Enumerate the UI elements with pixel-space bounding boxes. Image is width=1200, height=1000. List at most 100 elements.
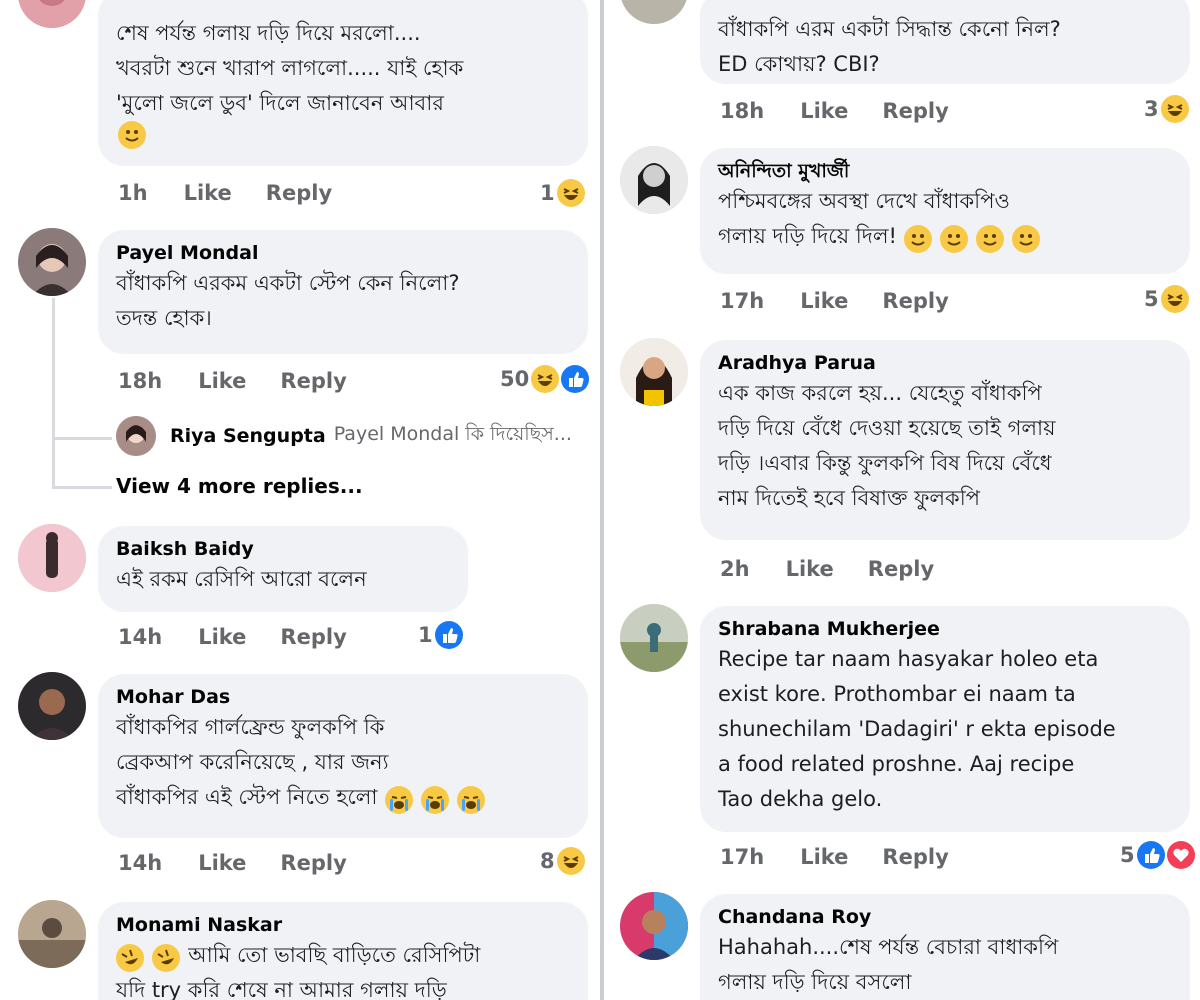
comment-bubble: Shrabana Mukherjee Recipe tar naam hasya… [700, 606, 1190, 832]
comment-bubble: Baiksh Baidy এই রকম রেসিপি আরো বলেন [98, 526, 468, 612]
emoji-group [118, 121, 149, 149]
reaction-count: 50 [500, 367, 530, 391]
avatar[interactable] [620, 338, 688, 406]
comment-time[interactable]: 17h [720, 289, 764, 313]
view-more-replies-link[interactable]: View 4 more replies... [116, 474, 363, 498]
comment-text: এই রকম রেসিপি আরো বলেন [116, 567, 367, 591]
reply-snippet: Payel Mondal কি দিয়েছিস... [333, 423, 572, 445]
haha-reaction-icon [1160, 285, 1189, 313]
reaction-count: 1 [540, 181, 555, 205]
reply-button[interactable]: Reply [868, 557, 934, 581]
comment-text: বাঁধাকপি এরম একটা সিদ্ধান্ত কেনো নিল? ED… [718, 17, 1061, 76]
commenter-name[interactable]: Mohar Das [116, 684, 570, 710]
reaction-summary[interactable]: 5 [1120, 840, 1195, 870]
reaction-count: 5 [1120, 843, 1135, 867]
commenter-name[interactable]: Chandana Roy [718, 904, 1172, 930]
smile-emoji-icon [903, 224, 932, 253]
like-reaction-icon [561, 365, 590, 393]
comment-time[interactable]: 1h [118, 181, 148, 205]
comment-actions: 17h Like Reply [720, 842, 983, 872]
reaction-count: 3 [1144, 97, 1159, 121]
right-comment-column: বাঁধাকপি এরম একটা সিদ্ধান্ত কেনো নিল? ED… [604, 0, 1200, 1000]
reaction-summary[interactable]: 50 [500, 364, 590, 394]
reaction-summary[interactable]: 3 [1144, 94, 1189, 124]
reply-button[interactable]: Reply [882, 289, 948, 313]
commenter-name[interactable]: Baiksh Baidy [116, 536, 450, 562]
haha-reaction-icon [556, 847, 585, 875]
smile-emoji-icon [118, 121, 146, 149]
comment-text: বাঁধাকপি এরকম একটা স্টেপ কেন নিলো? তদন্ত… [116, 271, 460, 330]
commenter-name[interactable]: Shrabana Mukherjee [718, 616, 1172, 642]
avatar[interactable] [18, 524, 86, 592]
like-button[interactable]: Like [198, 851, 246, 875]
emoji-group [116, 943, 183, 972]
reaction-summary[interactable]: 1 [540, 178, 585, 208]
emoji-group [903, 224, 1043, 253]
comment-actions: 18h Like Reply [118, 366, 381, 396]
reply-button[interactable]: Reply [280, 369, 346, 393]
crying-emoji-icon [456, 785, 485, 814]
reaction-summary[interactable]: 5 [1144, 284, 1189, 314]
comment-time[interactable]: 14h [118, 851, 162, 875]
like-button[interactable]: Like [198, 369, 246, 393]
emoji-group [384, 785, 488, 814]
avatar[interactable] [18, 672, 86, 740]
smile-emoji-icon [1012, 224, 1041, 253]
avatar[interactable] [620, 892, 688, 960]
reply-button[interactable]: Reply [266, 181, 332, 205]
comment-bubble: অনিন্দিতা মুখার্জী পশ্চিমবঙ্গের অবস্থা দ… [700, 148, 1190, 274]
haha-reaction-icon [1160, 95, 1189, 123]
comment-bubble: Monami Naskar আমি তো ভাবছি বাড়িতে রেসিপ… [98, 902, 588, 1000]
smile-emoji-icon [976, 224, 1005, 253]
reply-button[interactable]: Reply [882, 845, 948, 869]
comment-actions: 1h Like Reply [118, 178, 366, 208]
reaction-summary[interactable]: 1 [418, 620, 463, 650]
like-button[interactable]: Like [786, 557, 834, 581]
love-reaction-icon [1166, 841, 1195, 869]
avatar[interactable] [18, 900, 86, 968]
comment-time[interactable]: 2h [720, 557, 750, 581]
reply-author[interactable]: Riya Sengupta [170, 425, 326, 447]
reply-avatar [116, 416, 156, 456]
left-comment-column: শেষ পর্যন্ত গলায় দড়ি দিয়ে মরলো.... খব… [0, 0, 600, 1000]
reply-button[interactable]: Reply [280, 625, 346, 649]
comment-text: বাঁধাকপির গার্লফ্রেন্ড ফুলকপি কি ব্রেকআপ… [116, 715, 389, 809]
like-button[interactable]: Like [800, 845, 848, 869]
like-button[interactable]: Like [800, 289, 848, 313]
comment-actions: 18h Like Reply [720, 96, 983, 126]
reaction-count: 8 [540, 849, 555, 873]
reaction-count: 1 [418, 623, 433, 647]
like-button[interactable]: Like [184, 181, 232, 205]
reply-button[interactable]: Reply [280, 851, 346, 875]
commenter-name[interactable]: Monami Naskar [116, 912, 570, 938]
smile-emoji-icon [940, 224, 969, 253]
comment-text: Recipe tar naam hasyakar holeo eta exist… [718, 647, 1116, 811]
haha-reaction-icon [556, 179, 585, 207]
comment-text: Hahahah....শেষ পর্যন্ত বেচারা বাধাকপি গল… [718, 935, 1059, 994]
like-reaction-icon [434, 621, 463, 649]
reply-button[interactable]: Reply [882, 99, 948, 123]
avatar[interactable] [620, 604, 688, 672]
comment-bubble: Chandana Roy Hahahah....শেষ পর্যন্ত বেচা… [700, 894, 1190, 1000]
comment-actions: 14h Like Reply [118, 622, 381, 652]
comment-time[interactable]: 18h [720, 99, 764, 123]
avatar[interactable] [18, 0, 86, 28]
comment-time[interactable]: 17h [720, 845, 764, 869]
commenter-name[interactable]: অনিন্দিতা মুখার্জী [718, 158, 1172, 184]
reply-preview[interactable]: Riya Sengupta Payel Mondal কি দিয়েছিস..… [116, 416, 572, 456]
comment-bubble: শেষ পর্যন্ত গলায় দড়ি দিয়ে মরলো.... খব… [98, 0, 588, 166]
commenter-name[interactable]: Aradhya Parua [718, 350, 1172, 376]
reaction-summary[interactable]: 8 [540, 846, 585, 876]
haha-reaction-icon [531, 365, 560, 393]
comment-time[interactable]: 14h [118, 625, 162, 649]
like-button[interactable]: Like [800, 99, 848, 123]
comment-bubble: Payel Mondal বাঁধাকপি এরকম একটা স্টেপ কে… [98, 230, 588, 354]
comment-time[interactable]: 18h [118, 369, 162, 393]
avatar[interactable] [620, 146, 688, 214]
commenter-name[interactable]: Payel Mondal [116, 240, 570, 266]
crying-emoji-icon [384, 785, 413, 814]
avatar[interactable] [18, 228, 86, 296]
thread-branch [52, 437, 112, 440]
like-button[interactable]: Like [198, 625, 246, 649]
avatar[interactable] [620, 0, 688, 24]
